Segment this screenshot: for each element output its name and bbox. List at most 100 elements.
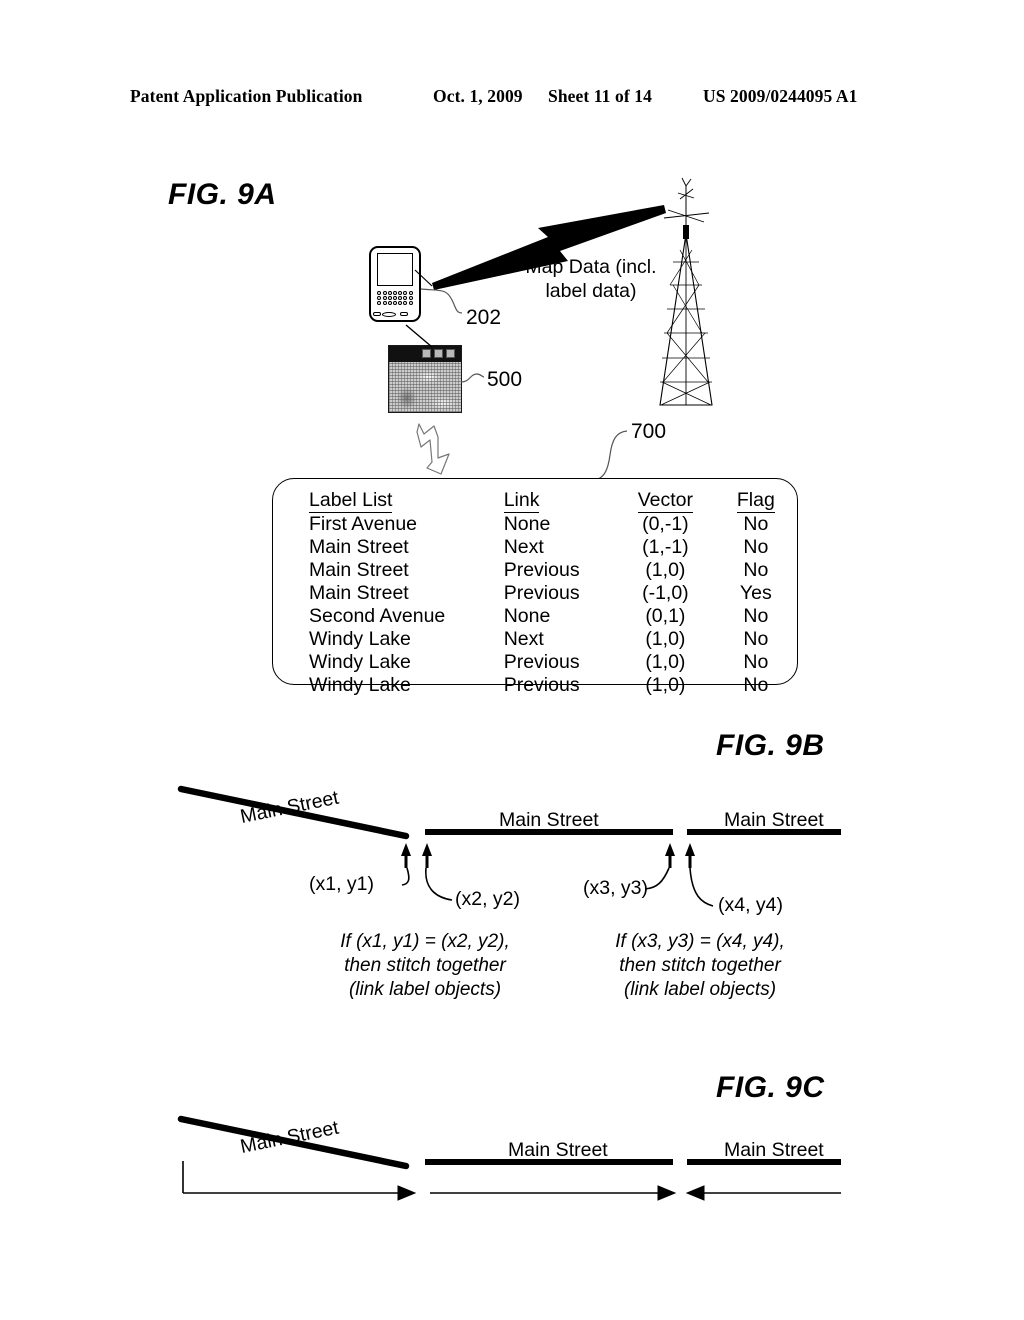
cell-vector: (1,-1) — [642, 536, 689, 558]
handheld-right-softkey — [400, 312, 408, 316]
cell-link: Next — [503, 536, 544, 558]
cell-link: Previous — [503, 559, 580, 581]
table-row: Main Street Next (1,-1) No — [273, 536, 797, 559]
cell-vector: (-1,0) — [642, 582, 689, 604]
column-header-vector: Vector — [637, 489, 694, 513]
cell-flag: Yes — [739, 582, 772, 604]
coordinate-label-x1y1: (x1, y1) — [309, 873, 375, 895]
caption-right-line2: then stitch together — [619, 955, 781, 976]
figure-9c-title: FIG. 9C — [716, 1071, 825, 1104]
map-data-caption-line2: label data) — [545, 280, 637, 302]
cell-flag: No — [743, 651, 769, 673]
cell-link: None — [503, 513, 551, 535]
header-date: Oct. 1, 2009 — [433, 86, 523, 106]
caption-right-stitch: If (x3, y3) = (x4, y4), then stitch toge… — [585, 930, 815, 1002]
handheld-screen — [377, 253, 413, 286]
cell-link: Next — [503, 628, 544, 650]
cell-label: Main Street — [309, 582, 409, 604]
cell-label: Main Street — [309, 559, 409, 581]
table-row: Second Avenue None (0,1) No — [273, 605, 797, 628]
cell-vector: (1,0) — [645, 628, 686, 650]
arrow-x3y3-icon — [665, 843, 675, 856]
figure-9a-title: FIG. 9A — [168, 178, 277, 211]
header-patent-number: US 2009/0244095 A1 — [703, 86, 858, 106]
map-data-caption: Map Data (incl. label data) — [511, 255, 671, 303]
cell-label: Second Avenue — [309, 605, 446, 627]
label-list-grid: Label List Link Vector Flag First Avenue… — [273, 489, 797, 697]
handheld-trackpad — [382, 311, 396, 317]
reference-numeral-202: 202 — [466, 306, 502, 329]
cell-label: Windy Lake — [309, 628, 411, 650]
cell-label: Main Street — [309, 536, 409, 558]
cell-flag: No — [743, 605, 769, 627]
caption-left-line3: (link label objects) — [348, 979, 502, 1000]
cell-label: Windy Lake — [309, 674, 411, 696]
map-window-titlebar — [389, 346, 461, 362]
keypad-row — [374, 296, 416, 301]
table-row: Windy Lake Previous (1,0) No — [273, 674, 797, 697]
cell-vector: (1,0) — [645, 674, 686, 696]
cell-vector: (0,1) — [645, 605, 686, 627]
map-window-canvas — [389, 362, 461, 412]
arrow-left-right-segment-icon — [685, 1185, 705, 1201]
header-sheet-number: Sheet 11 of 14 — [548, 86, 652, 106]
handheld-device-illustration — [369, 246, 423, 324]
street-label-middle-9c: Main Street — [508, 1139, 608, 1161]
table-header-row: Label List Link Vector Flag — [273, 489, 797, 513]
leader-x3y3 — [644, 867, 670, 890]
cell-link: None — [503, 605, 551, 627]
cell-link: Previous — [503, 651, 580, 673]
label-list-table: Label List Link Vector Flag First Avenue… — [272, 478, 798, 696]
close-button-icon — [446, 349, 455, 358]
coordinate-label-x3y3: (x3, y3) — [583, 877, 649, 899]
street-label-right: Main Street — [724, 809, 824, 831]
column-header-link: Link — [503, 489, 540, 513]
leader-x2y2 — [425, 867, 453, 901]
cell-label: Windy Lake — [309, 651, 411, 673]
cell-label: First Avenue — [309, 513, 418, 535]
cell-flag: No — [743, 559, 769, 581]
arrow-x1y1-icon — [401, 843, 411, 856]
leader-line-700 — [591, 430, 628, 481]
map-data-caption-line1: Map Data (incl. — [525, 256, 657, 278]
street-label-right-9c: Main Street — [724, 1139, 824, 1161]
cell-flag: No — [743, 674, 769, 696]
table-row: Main Street Previous (1,0) No — [273, 559, 797, 582]
caption-left-stitch: If (x1, y1) = (x2, y2), then stitch toge… — [310, 930, 540, 1002]
cell-flag: No — [743, 536, 769, 558]
minimize-button-icon — [422, 349, 431, 358]
arrow-right-middle-segment-icon — [657, 1185, 677, 1201]
page-header: Patent Application Publication Oct. 1, 2… — [130, 86, 896, 110]
table-row: Windy Lake Previous (1,0) No — [273, 651, 797, 674]
figure-9b-title: FIG. 9B — [716, 729, 825, 762]
keypad-row — [374, 301, 416, 306]
arrow-right-left-segment-icon — [397, 1185, 417, 1201]
cell-flag: No — [743, 513, 769, 535]
leader-line-500 — [460, 373, 485, 383]
arrow-x2y2-icon — [422, 843, 432, 856]
column-header-label-list: Label List — [309, 489, 393, 513]
direction-arrows-9c — [182, 1161, 841, 1201]
leader-x4y4 — [689, 867, 714, 907]
column-header-flag: Flag — [736, 489, 775, 513]
table-row: First Avenue None (0,-1) No — [273, 513, 797, 536]
street-label-sloped-9c: Main Street — [238, 1116, 341, 1159]
endpoint-arrows — [401, 843, 695, 868]
keypad-row — [374, 291, 416, 295]
street-label-middle: Main Street — [499, 809, 599, 831]
handheld-left-softkey — [373, 312, 381, 316]
reference-numeral-700: 700 — [631, 420, 667, 443]
map-window-illustration — [388, 345, 462, 413]
device-to-window-connector — [405, 324, 433, 348]
caption-left-line1: If (x1, y1) = (x2, y2), — [340, 931, 510, 952]
reference-numeral-500: 500 — [487, 368, 523, 391]
block-arrow-down-icon — [416, 423, 450, 475]
cell-link: Previous — [503, 582, 580, 604]
cell-link: Previous — [503, 674, 580, 696]
cell-vector: (1,0) — [645, 559, 686, 581]
coordinate-label-x4y4: (x4, y4) — [718, 894, 784, 916]
cell-vector: (1,0) — [645, 651, 686, 673]
cell-vector: (0,-1) — [642, 513, 689, 535]
maximize-button-icon — [434, 349, 443, 358]
caption-right-line1: If (x3, y3) = (x4, y4), — [615, 931, 785, 952]
